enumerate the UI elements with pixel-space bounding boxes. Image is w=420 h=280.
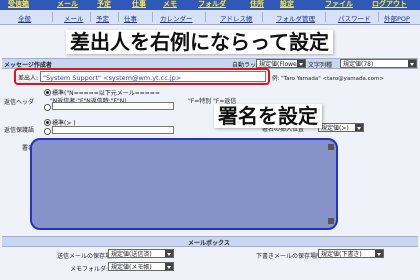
forward-label: 返信保護語 [4, 127, 35, 134]
reply-header-label: 返信ヘッダ [4, 99, 35, 106]
reply-header-custom-input[interactable] [52, 102, 174, 110]
nav-settings[interactable]: 設定 [280, 0, 294, 8]
sender-callout: 差出人を右例にならって設定 [66, 30, 333, 54]
nav-folder[interactable]: フォルダ [198, 0, 226, 8]
nav-memo[interactable]: メモ [163, 0, 177, 8]
draft-folder-select[interactable]: 規定値(下書き) [318, 249, 384, 258]
memo-folder-select[interactable]: 規定値(メモ帳) [108, 262, 174, 271]
quote-custom-radio[interactable] [44, 128, 51, 135]
quote-standard-radio[interactable] [44, 119, 51, 126]
signature-callout: 署名を設定 [214, 104, 322, 128]
sent-folder-select[interactable]: 規定値(送信済) [108, 249, 174, 258]
mailbox-header: メールボックス [188, 240, 230, 247]
draft-folder-label: 下書きメールの保存場所: [256, 253, 325, 260]
nav-schedule[interactable]: 予定 [97, 0, 111, 8]
reply-header-standard-radio[interactable] [44, 89, 51, 96]
subnav-general[interactable]: 全般 [18, 13, 31, 23]
subnav-folder-manage[interactable]: フォルダ管理 [276, 13, 315, 23]
charset-label: 文字列種 [308, 62, 333, 69]
sender-input[interactable]: "System Support" <system@wm.yt.cc.jp> [40, 71, 266, 82]
mailbox-header-bar: メールボックス [2, 236, 418, 247]
nav-address[interactable]: 住所 [250, 0, 264, 8]
sender-label: 差出人: [18, 75, 39, 82]
nav-tasks[interactable]: 仕事 [132, 0, 146, 8]
subnav-mail[interactable]: メール [64, 13, 84, 23]
reply-header-custom-radio[interactable] [44, 104, 51, 111]
quote-select[interactable]: 規定値(>) [318, 123, 364, 132]
quote-custom-input[interactable] [52, 126, 174, 134]
settings-subnav: 全般 メール 予定 仕事 カレンダー アドレス帳 フォルダ管理 パスワード 外部… [0, 10, 420, 25]
subnav-addressbook[interactable]: アドレス帳 [220, 13, 253, 23]
auto-wrap-select[interactable]: 規定値(Flowed) [256, 59, 306, 68]
nav-logout[interactable]: ログアウト [372, 0, 407, 8]
subnav-external-pop[interactable]: 外部POP [384, 13, 410, 23]
subnav-tasks[interactable]: 仕事 [124, 13, 137, 23]
subnav-calendar[interactable]: カレンダー [160, 13, 193, 23]
nav-inbox[interactable]: 受信箱 [8, 0, 29, 8]
scroll-up-icon[interactable] [328, 144, 334, 150]
subnav-schedule[interactable]: 予定 [96, 13, 109, 23]
sender-example: 例: "Taro Yamada" <taro@yamada.com> [272, 76, 385, 82]
primary-nav: 受信箱 メール 予定 仕事 メモ フォルダ 住所 設定 ファイル ログアウト [0, 0, 420, 10]
subnav-password[interactable]: パスワード [338, 13, 371, 23]
memo-folder-label: メモフォルダ: [70, 266, 109, 273]
charset-select[interactable]: 規定値(78) [340, 59, 417, 68]
nav-mail[interactable]: メール [57, 0, 78, 8]
nav-files[interactable]: ファイル [325, 0, 353, 8]
signature-textarea[interactable] [30, 138, 338, 230]
scroll-down-icon[interactable] [328, 218, 334, 224]
